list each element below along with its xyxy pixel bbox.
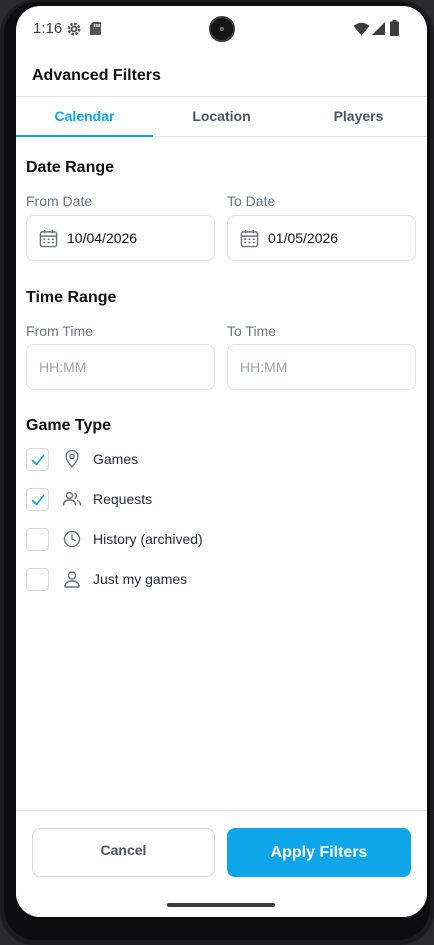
tab-location[interactable]: Location <box>153 97 290 136</box>
calendar-icon <box>39 229 58 248</box>
requests-checkbox[interactable] <box>26 488 49 511</box>
sd-card-icon <box>90 22 101 35</box>
home-indicator[interactable] <box>167 903 275 907</box>
tab-calendar[interactable]: Calendar <box>16 97 153 137</box>
status-bar: 1:16 <box>16 6 427 52</box>
to-date-field[interactable]: 01/05/2026 <box>227 215 416 261</box>
history-checkbox[interactable] <box>26 528 49 551</box>
game-type-option-just-mine[interactable]: Just my games <box>26 567 326 593</box>
apply-filters-button[interactable]: Apply Filters <box>227 828 411 877</box>
requests-label: Requests <box>93 491 153 507</box>
from-time-label: From Time <box>26 323 93 339</box>
game-type-option-history[interactable]: History (archived) <box>26 527 326 553</box>
device-frame: 1:16 Advanced Filters Calendar Location … <box>0 0 434 945</box>
clock-icon <box>63 530 81 548</box>
from-date-field[interactable]: 10/04/2026 <box>26 215 215 261</box>
tab-players[interactable]: Players <box>290 97 427 136</box>
device-bezel: 1:16 Advanced Filters Calendar Location … <box>4 2 430 940</box>
app-screen: 1:16 Advanced Filters Calendar Location … <box>16 6 427 917</box>
game-type-option-requests[interactable]: Requests <box>26 487 326 513</box>
checkmark-icon <box>31 494 45 506</box>
cancel-button[interactable]: Cancel <box>32 828 215 877</box>
games-checkbox[interactable] <box>26 448 49 471</box>
from-time-placeholder: HH:MM <box>39 359 87 375</box>
just-my-games-label: Just my games <box>93 571 188 587</box>
battery-icon <box>390 20 399 36</box>
from-date-value: 10/04/2026 <box>67 230 138 246</box>
location-pin-icon <box>65 449 79 469</box>
games-label: Games <box>93 451 139 467</box>
just-my-games-checkbox[interactable] <box>26 568 49 591</box>
front-camera <box>209 16 235 42</box>
to-time-placeholder: HH:MM <box>240 359 288 375</box>
checkmark-icon <box>31 454 45 466</box>
calendar-icon <box>240 229 259 248</box>
to-time-label: To Time <box>227 323 277 339</box>
signal-icon <box>372 22 385 35</box>
wifi-icon <box>353 22 370 36</box>
to-time-field[interactable]: HH:MM <box>227 344 416 390</box>
from-time-field[interactable]: HH:MM <box>26 344 215 390</box>
time-range-title: Time Range <box>26 289 117 306</box>
to-date-value: 01/05/2026 <box>268 230 339 246</box>
from-date-label: From Date <box>26 193 93 209</box>
to-date-label: To Date <box>227 193 276 209</box>
game-type-title: Game Type <box>26 417 112 434</box>
game-type-option-games[interactable]: Games <box>26 447 326 473</box>
history-label: History (archived) <box>93 531 203 547</box>
status-time: 1:16 <box>33 20 63 37</box>
gear-icon <box>67 22 81 36</box>
user-icon <box>64 571 80 588</box>
filter-tabs: Calendar Location Players <box>16 96 427 137</box>
users-icon <box>62 491 82 506</box>
page-title: Advanced Filters <box>32 67 161 84</box>
date-range-title: Date Range <box>26 159 115 176</box>
footer-actions: Cancel Apply Filters <box>16 810 427 917</box>
